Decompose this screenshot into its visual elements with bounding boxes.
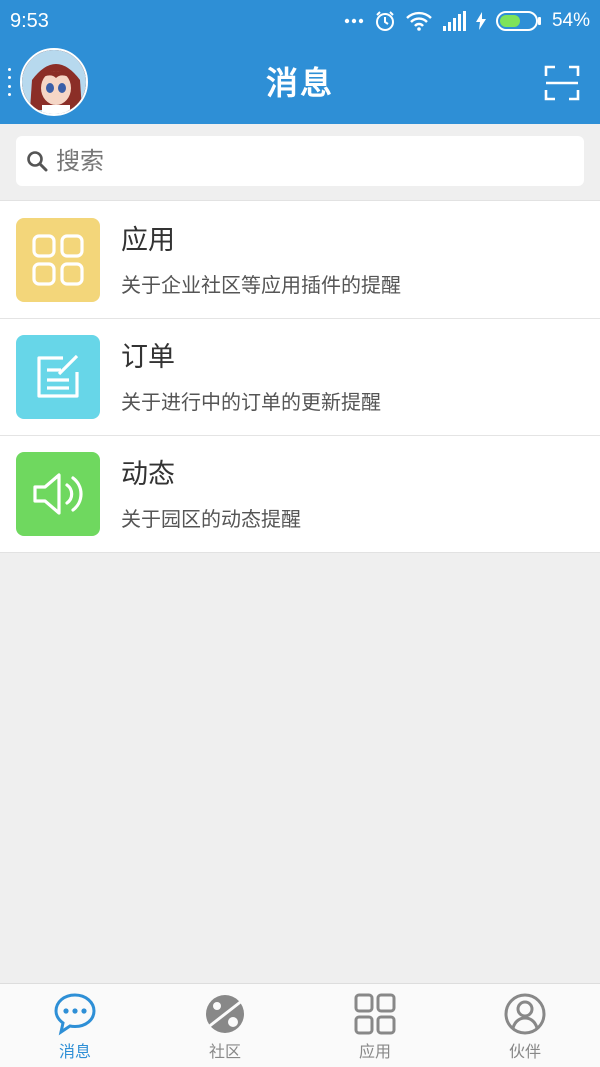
bottom-tab-bar: 消息 社区 应用 伙伴	[0, 983, 600, 1067]
app-header: 消息	[0, 42, 600, 124]
chat-bubble-icon	[53, 992, 97, 1036]
edit-note-icon	[16, 335, 100, 419]
list-item-desc: 关于企业社区等应用插件的提醒	[121, 273, 401, 297]
grid-icon	[16, 218, 100, 302]
list-item-app[interactable]: 应用 关于企业社区等应用插件的提醒	[0, 201, 600, 318]
tab-label: 社区	[208, 1042, 241, 1061]
list-item-order[interactable]: 订单 关于进行中的订单的更新提醒	[0, 318, 600, 435]
status-icons: 54%	[344, 10, 590, 32]
tab-label: 消息	[58, 1042, 91, 1061]
search-icon	[26, 150, 48, 172]
tab-apps[interactable]: 应用	[300, 984, 450, 1067]
tab-partners[interactable]: 伙伴	[450, 984, 600, 1067]
battery-icon	[495, 11, 542, 31]
wifi-icon	[406, 11, 432, 31]
speaker-icon	[16, 452, 100, 536]
list-item-desc: 关于进行中的订单的更新提醒	[121, 390, 381, 414]
tab-community[interactable]: 社区	[150, 984, 300, 1067]
search-bar[interactable]	[16, 136, 584, 186]
tab-label: 应用	[358, 1042, 391, 1061]
charging-icon	[475, 12, 486, 30]
tab-label: 伙伴	[508, 1042, 541, 1061]
list-item-title: 动态	[121, 459, 175, 490]
more-dots-icon	[344, 18, 364, 24]
scan-icon	[544, 65, 580, 105]
search-input[interactable]	[56, 147, 556, 175]
list-item-desc: 关于园区的动态提醒	[121, 507, 301, 531]
search-area	[0, 124, 600, 200]
list-item-title: 应用	[121, 225, 175, 256]
grid-icon	[353, 992, 397, 1036]
scan-button[interactable]	[544, 65, 580, 101]
status-time: 9:53	[10, 9, 49, 32]
signal-icon	[442, 11, 466, 31]
battery-percent: 54%	[551, 10, 590, 31]
message-list: 应用 关于企业社区等应用插件的提醒 订单 关于进行中的订单的更新提醒 动态 关于…	[0, 200, 600, 553]
tab-messages[interactable]: 消息	[0, 984, 150, 1067]
status-bar: 9:53 54%	[0, 0, 600, 42]
page-title: 消息	[265, 64, 334, 102]
list-item-activity[interactable]: 动态 关于园区的动态提醒	[0, 435, 600, 552]
user-circle-icon	[503, 992, 547, 1036]
alarm-icon	[374, 10, 396, 32]
planet-icon	[203, 992, 247, 1036]
list-item-title: 订单	[121, 342, 175, 373]
